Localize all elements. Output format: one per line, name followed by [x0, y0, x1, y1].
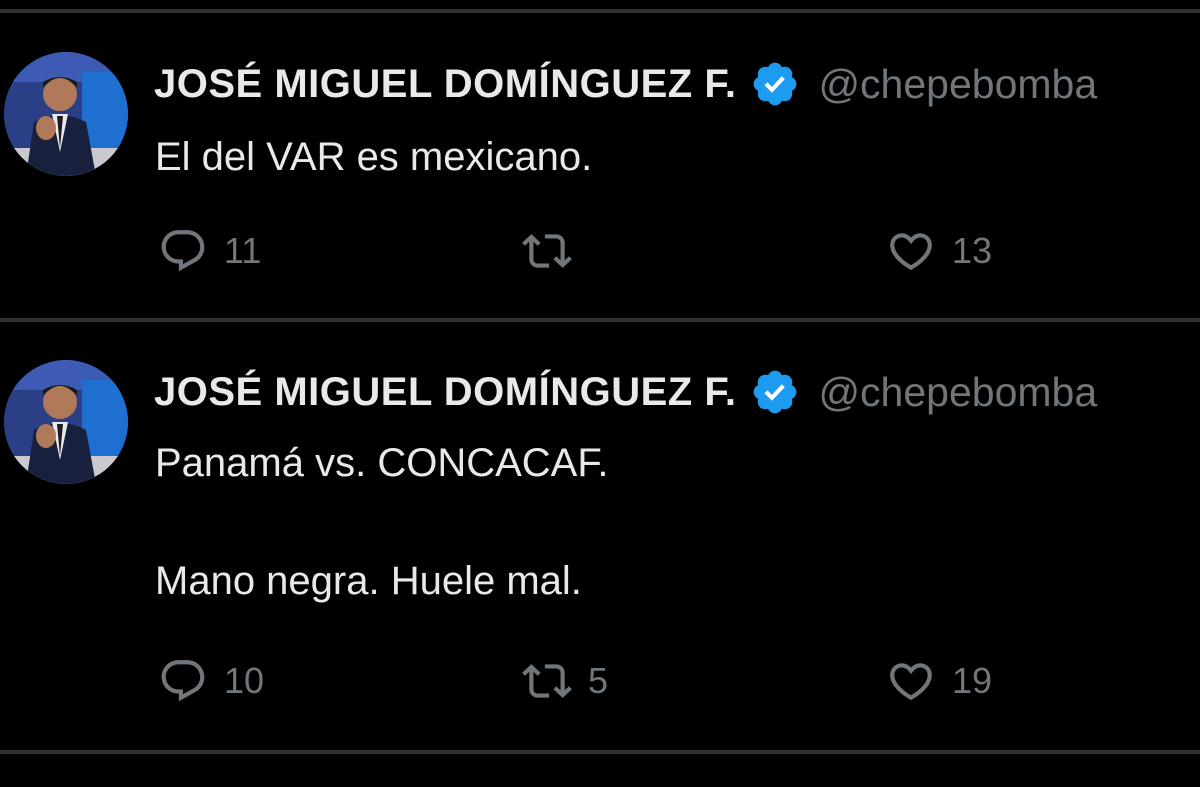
author-name[interactable]: JOSÉ MIGUEL DOMÍNGUEZ F. [154, 370, 736, 415]
like-button[interactable]: 19 [886, 656, 992, 706]
avatar-image [4, 360, 128, 484]
avatar[interactable] [4, 360, 128, 484]
like-count: 13 [952, 230, 993, 271]
tweet-divider-bottom [0, 750, 1200, 754]
like-count: 19 [952, 660, 993, 701]
tweet-text-blank-line [155, 493, 608, 552]
tweet-header: JOSÉ MIGUEL DOMÍNGUEZ F. @chepebomba [154, 58, 1097, 110]
reply-count: 11 [224, 230, 262, 271]
retweet-icon [522, 664, 572, 698]
tweet[interactable]: JOSÉ MIGUEL DOMÍNGUEZ F. @chepebomba Pan… [0, 322, 1200, 752]
tweet-text: El del VAR es mexicano. [155, 128, 592, 187]
heart-icon [890, 663, 932, 701]
reply-count: 10 [224, 660, 265, 701]
reply-button[interactable]: 11 [158, 226, 261, 276]
tweet[interactable]: JOSÉ MIGUEL DOMÍNGUEZ F. @chepebomba El … [0, 0, 1200, 320]
retweet-icon [522, 234, 572, 268]
author-handle[interactable]: @chepebomba [818, 369, 1097, 416]
tweet-text: Panamá vs. CONCACAF. Mano negra. Huele m… [155, 434, 608, 611]
verified-badge-icon [750, 59, 800, 109]
tweet-text-line: El del VAR es mexicano. [155, 135, 593, 179]
reply-icon [161, 230, 205, 272]
avatar-image [4, 52, 128, 176]
tweet-text-line: Panamá vs. CONCACAF. [155, 441, 609, 485]
heart-icon [890, 233, 932, 271]
retweet-button[interactable]: 5 [522, 656, 608, 706]
reply-icon [161, 660, 205, 702]
author-name[interactable]: JOSÉ MIGUEL DOMÍNGUEZ F. [154, 62, 736, 107]
retweet-button[interactable] [522, 226, 588, 276]
retweet-count: 5 [588, 660, 609, 701]
reply-button[interactable]: 10 [158, 656, 264, 706]
tweet-header: JOSÉ MIGUEL DOMÍNGUEZ F. @chepebomba [154, 366, 1097, 418]
verified-badge-icon [750, 367, 800, 417]
author-handle[interactable]: @chepebomba [818, 61, 1097, 108]
tweet-text-line: Mano negra. Huele mal. [155, 559, 582, 603]
like-button[interactable]: 13 [886, 226, 992, 276]
avatar[interactable] [4, 52, 128, 176]
